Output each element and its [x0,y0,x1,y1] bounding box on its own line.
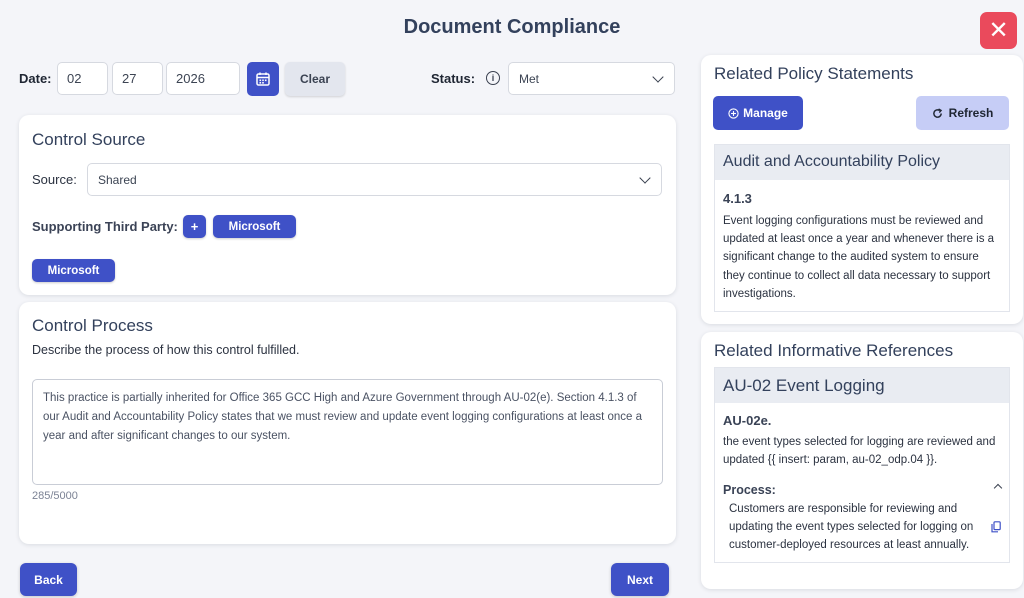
third-party-label: Supporting Third Party: [32,219,178,234]
add-third-party-button[interactable]: + [183,215,206,238]
date-label: Date: [19,71,52,86]
manage-label: Manage [743,106,788,120]
date-year-input[interactable]: 2026 [166,62,240,95]
policy-statements-title: Related Policy Statements [714,64,914,83]
process-text: Customers are responsible for reviewing … [729,503,974,552]
policy-number: 4.1.3 [723,191,752,206]
chevron-up-icon[interactable] [993,483,1003,493]
copy-icon[interactable] [991,521,1001,533]
policy-name: Audit and Accountability Policy [715,145,1009,180]
control-process-title: Control Process [32,316,153,335]
control-process-card: Control Process Describe the process of … [19,302,676,544]
chevron-down-icon [639,172,651,184]
selected-third-party-tag[interactable]: Microsoft [32,259,115,282]
process-section: Process: [723,481,1003,499]
date-status-row: Date: 02 27 2026 Clear Status: i Met [8,56,688,98]
source-label: Source: [32,172,77,187]
source-value: Shared [98,173,137,187]
info-icon[interactable]: i [486,71,500,85]
status-label: Status: [431,71,476,86]
reference-name: AU-02 Event Logging [715,368,1009,403]
control-source-card: Control Source Source: Shared Supporting… [19,115,676,295]
date-month-input[interactable]: 02 [57,62,108,95]
status-select[interactable]: Met [508,62,675,95]
source-select[interactable]: Shared [87,163,662,196]
control-process-description: Describe the process of how this control… [32,343,300,357]
control-process-textarea[interactable]: This practice is partially inherited for… [32,379,663,485]
refresh-button[interactable]: Refresh [916,96,1009,130]
add-circle-icon [728,107,739,119]
close-button[interactable]: ✕ [980,12,1017,49]
chevron-down-icon [652,71,664,83]
calendar-icon [256,72,270,86]
character-counter: 285/5000 [32,490,78,502]
control-source-title: Control Source [32,130,146,149]
reference-id: AU-02e. [723,413,772,428]
refresh-icon [932,107,942,118]
process-label: Process: [723,483,776,497]
third-party-tag-button[interactable]: Microsoft [213,215,296,238]
plus-icon: + [190,219,199,234]
informative-references-card: Related Informative References AU-02 Eve… [701,332,1023,589]
next-button[interactable]: Next [611,563,669,596]
clear-button[interactable]: Clear [285,62,345,96]
calendar-button[interactable] [247,62,279,96]
status-value: Met [519,72,540,86]
policy-statements-card: Related Policy Statements Manage Refresh… [701,55,1023,324]
back-button[interactable]: Back [20,563,77,596]
policy-text: Event logging configurations must be rev… [723,215,995,300]
manage-button[interactable]: Manage [713,96,803,130]
date-day-input[interactable]: 27 [112,62,163,95]
reference-item: AU-02 Event Logging AU-02e. the event ty… [714,367,1010,563]
informative-references-title: Related Informative References [714,341,954,360]
close-icon: ✕ [988,16,1009,44]
page-title: Document Compliance [403,16,621,38]
reference-text: the event types selected for logging are… [723,436,996,467]
policy-item: Audit and Accountability Policy 4.1.3 Ev… [714,144,1010,312]
refresh-label: Refresh [948,106,994,120]
